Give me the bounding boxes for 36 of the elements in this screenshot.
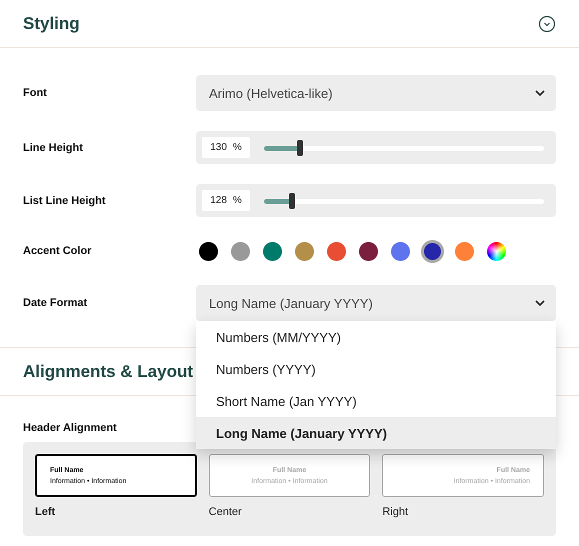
slider-track[interactable] xyxy=(264,140,544,156)
setting-label: List Line Height xyxy=(23,194,106,206)
color-swatch[interactable] xyxy=(391,242,410,260)
slider-thumb[interactable] xyxy=(297,140,304,156)
number-field[interactable]: 128 % xyxy=(202,190,250,211)
alignment-label: Center xyxy=(208,506,243,518)
color-swatch[interactable] xyxy=(423,242,442,260)
slider-thumb[interactable] xyxy=(289,192,295,208)
dropdown-option[interactable]: Numbers (MM/YYYY) xyxy=(196,321,556,353)
caret-icon xyxy=(535,90,545,96)
setting-label: Line Height xyxy=(23,142,84,154)
color-swatch[interactable] xyxy=(263,242,282,260)
color-swatch[interactable] xyxy=(199,242,218,260)
alignment-label: Left xyxy=(35,506,56,518)
color-swatch[interactable] xyxy=(359,242,378,260)
setting-label: Font xyxy=(23,87,48,99)
collapse-icon[interactable] xyxy=(538,14,556,32)
alignment-label: Right xyxy=(382,506,410,518)
dropdown-option[interactable]: Numbers (YYYY) xyxy=(196,353,556,385)
section-title: Alignments & Layout xyxy=(23,362,194,382)
caret-icon xyxy=(535,300,545,306)
color-swatch[interactable] xyxy=(327,242,346,260)
select-field[interactable]: Arimo (Helvetica-like) xyxy=(196,75,556,111)
section-title: Styling xyxy=(23,14,80,34)
color-wheel-icon[interactable] xyxy=(487,242,506,260)
setting-label: Header Alignment xyxy=(23,422,118,434)
color-swatch[interactable] xyxy=(455,242,474,260)
dropdown-option[interactable]: Long Name (January YYYY) xyxy=(196,417,556,449)
setting-label: Date Format xyxy=(23,297,88,309)
number-field[interactable]: 130 % xyxy=(202,137,250,158)
dropdown-option[interactable]: Short Name (Jan YYYY) xyxy=(196,385,556,417)
setting-label: Accent Color xyxy=(23,245,92,257)
select-field[interactable]: Long Name (January YYYY) xyxy=(196,285,556,321)
slider-track[interactable] xyxy=(264,192,544,208)
color-swatch[interactable] xyxy=(231,242,250,260)
color-swatch[interactable] xyxy=(295,242,314,260)
